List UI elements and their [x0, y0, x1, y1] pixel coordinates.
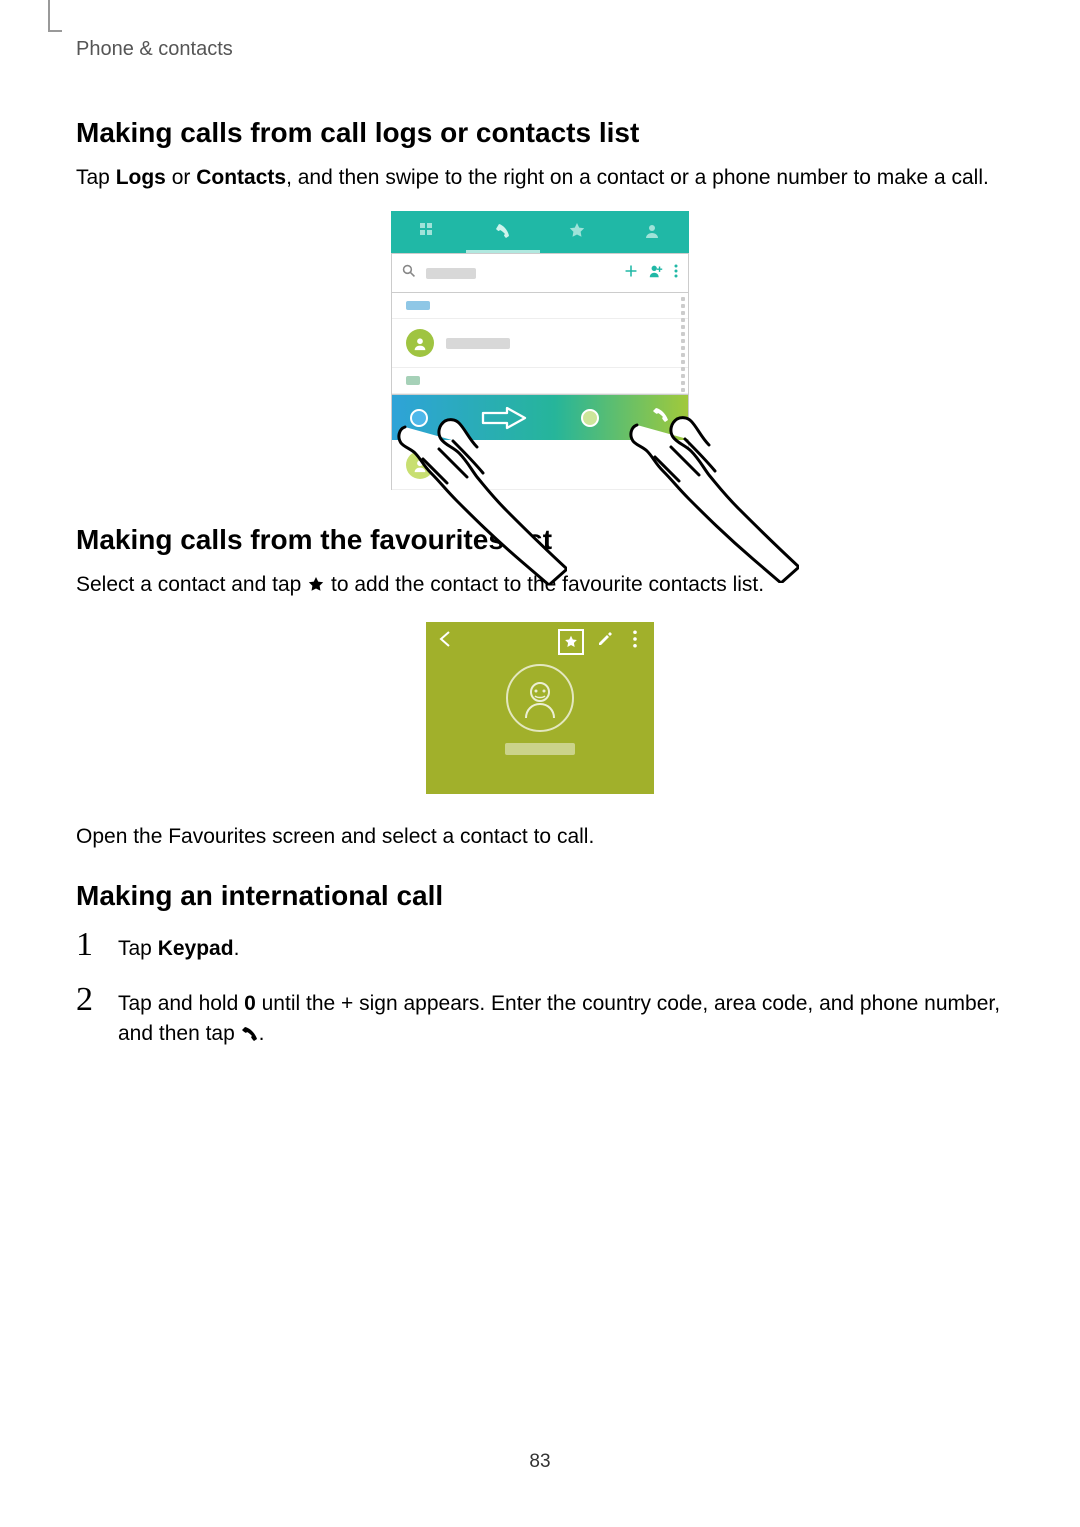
keypad-label: Keypad	[158, 937, 234, 960]
edit-icon[interactable]	[596, 630, 614, 653]
text: Tap	[118, 937, 158, 960]
text: or	[166, 166, 196, 189]
margin-rule	[48, 0, 50, 30]
search-placeholder-blur	[426, 268, 476, 279]
contact-name-blur	[505, 742, 575, 760]
logs-label: Logs	[116, 166, 166, 189]
page-content: Phone & contacts Making calls from call …	[0, 0, 1080, 1053]
az-index[interactable]	[678, 293, 688, 490]
paragraph-favourites-1: Select a contact and tap to add the cont…	[76, 570, 1004, 603]
tab-keypad[interactable]	[391, 211, 466, 253]
paragraph-call-logs: Tap Logs or Contacts, and then swipe to …	[76, 163, 1004, 193]
contact-topbar	[426, 622, 654, 662]
list-section-header	[392, 368, 688, 394]
swipe-dot	[581, 409, 599, 427]
paragraph-favourites-2: Open the Favourites screen and select a …	[76, 822, 1004, 852]
favourite-toggle[interactable]	[558, 629, 584, 655]
contacts-label: Contacts	[196, 166, 286, 189]
phone-tabs	[391, 211, 689, 253]
steps-list: 1 Tap Keypad. 2 Tap and hold 0 until the…	[76, 928, 1004, 1052]
page-number: 83	[0, 1451, 1080, 1473]
text: , and then swipe to the right on a conta…	[286, 166, 989, 189]
contact-avatar-area	[426, 664, 654, 760]
star-icon	[307, 573, 325, 603]
add-icon[interactable]	[624, 264, 638, 283]
text: Tap and hold	[118, 992, 244, 1015]
figure-swipe-contacts	[391, 211, 689, 490]
heading-international: Making an international call	[76, 880, 1004, 912]
avatar	[406, 329, 434, 357]
text: .	[234, 937, 240, 960]
step-number: 1	[76, 928, 100, 962]
search-icon	[402, 264, 416, 283]
contact-name-blur	[446, 338, 510, 349]
more-icon[interactable]	[626, 630, 644, 653]
list-item[interactable]	[392, 440, 688, 490]
zero-label: 0	[244, 992, 256, 1015]
more-icon[interactable]	[674, 264, 678, 283]
margin-tick	[48, 30, 62, 32]
phone-icon	[241, 1022, 259, 1052]
star-icon	[568, 222, 586, 240]
heading-favourites: Making calls from the favourites list	[76, 524, 1004, 556]
back-icon[interactable]	[436, 629, 456, 654]
add-contact-icon[interactable]	[648, 263, 664, 284]
swipe-dot	[410, 409, 428, 427]
swipe-arrow-icon	[481, 406, 529, 430]
avatar	[506, 664, 574, 732]
list-section-header	[392, 293, 688, 319]
phone-icon	[652, 406, 670, 429]
step-body: Tap and hold 0 until the + sign appears.…	[118, 983, 1004, 1053]
text: .	[259, 1022, 265, 1045]
step-number: 2	[76, 983, 100, 1017]
person-icon	[643, 222, 661, 240]
step-item: 2 Tap and hold 0 until the + sign appear…	[76, 983, 1004, 1053]
swipe-call-row[interactable]	[392, 394, 688, 440]
step-item: 1 Tap Keypad.	[76, 928, 1004, 964]
keypad-icon	[419, 222, 437, 240]
text: Select a contact and tap	[76, 573, 307, 596]
heading-call-logs: Making calls from call logs or contacts …	[76, 117, 1004, 149]
tab-logs[interactable]	[466, 211, 541, 253]
figure-favourite-contact	[426, 622, 654, 794]
contacts-list	[391, 293, 689, 490]
breadcrumb: Phone & contacts	[76, 38, 1004, 61]
text: to add the contact to the favourite cont…	[325, 573, 764, 596]
step-body: Tap Keypad.	[118, 928, 1004, 964]
text: Tap	[76, 166, 116, 189]
tab-favourites[interactable]	[540, 211, 615, 253]
avatar	[406, 451, 434, 479]
search-row	[391, 253, 689, 293]
list-item[interactable]	[392, 319, 688, 368]
call-log-icon	[494, 222, 512, 240]
tab-contacts[interactable]	[615, 211, 690, 253]
